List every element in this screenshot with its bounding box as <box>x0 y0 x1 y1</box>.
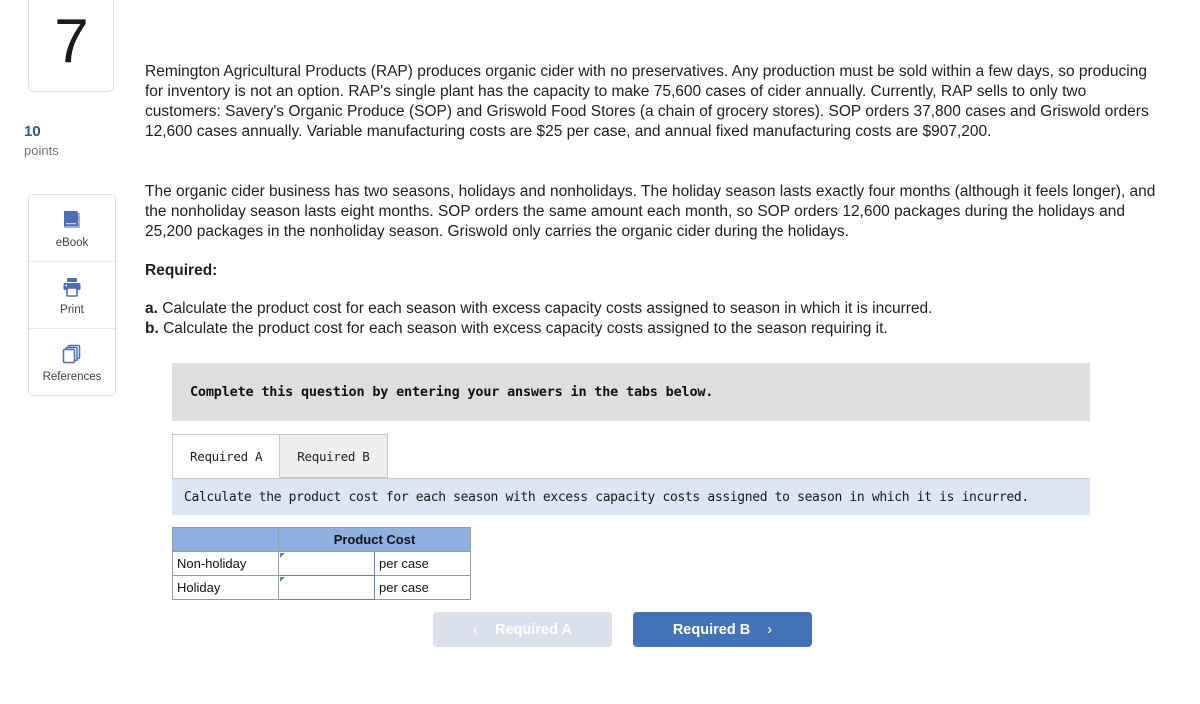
required-item-a: a. Calculate the product cost for each s… <box>145 299 1145 319</box>
table-row: Holiday per case <box>172 575 471 600</box>
tab-required-b[interactable]: Required B <box>280 434 388 478</box>
printer-icon <box>60 275 84 299</box>
complete-question-text: Complete this question by entering your … <box>190 384 714 400</box>
prev-button-label: Required A <box>495 621 572 638</box>
question-sidebar: 7 10 points eBook Print References <box>0 0 140 704</box>
next-button-label: Required B <box>672 621 751 638</box>
input-cell-holiday[interactable] <box>278 575 375 600</box>
row-unit-holiday: per case <box>374 575 471 600</box>
required-heading: Required: <box>145 262 218 279</box>
question-number-box: 7 <box>28 0 114 92</box>
complete-question-banner: Complete this question by entering your … <box>172 363 1090 421</box>
cell-marker-triangle-icon <box>280 553 285 558</box>
chevron-left-icon: ‹ <box>473 621 479 638</box>
row-label-holiday: Holiday <box>172 575 279 600</box>
table-row: Non-holiday per case <box>172 551 471 576</box>
required-item-b-marker: b. <box>145 320 159 338</box>
answer-tabs: Required A Required B <box>172 434 1090 479</box>
cell-marker-triangle-icon <box>280 577 285 582</box>
product-cost-input-holiday[interactable] <box>279 576 374 599</box>
tab-instruction-text: Calculate the product cost for each seas… <box>184 489 1029 505</box>
references-label: References <box>42 370 102 383</box>
prev-required-a-button[interactable]: ‹ Required A <box>433 612 612 647</box>
table-header-product-cost: Product Cost <box>278 527 471 552</box>
question-paragraph-2: The organic cider business has two seaso… <box>145 183 1156 240</box>
print-label: Print <box>60 303 84 316</box>
tool-stack: eBook Print References <box>28 194 116 396</box>
table-header-row: Product Cost <box>172 527 471 552</box>
answer-widget: Complete this question by entering your … <box>172 363 1090 600</box>
required-item-a-text: Calculate the product cost for each seas… <box>162 300 933 317</box>
row-unit-non-holiday: per case <box>374 551 471 576</box>
question-main: Remington Agricultural Products (RAP) pr… <box>140 0 1200 704</box>
question-number: 7 <box>54 7 88 76</box>
points-block: 10 points <box>24 122 59 160</box>
required-item-b-text: Calculate the product cost for each seas… <box>163 320 888 338</box>
required-list: a. Calculate the product cost for each s… <box>145 299 1145 339</box>
required-item-a-marker: a. <box>145 300 158 317</box>
ebook-label: eBook <box>55 236 89 249</box>
points-value: 10 <box>24 123 41 140</box>
tab-required-a-label: Required A <box>190 448 263 464</box>
question-paragraph-1: Remington Agricultural Products (RAP) pr… <box>145 63 1149 140</box>
references-icon <box>60 342 84 366</box>
chevron-right-icon: › <box>767 621 773 638</box>
points-label: points <box>24 143 59 159</box>
tab-required-a[interactable]: Required A <box>172 434 281 478</box>
book-icon <box>60 208 84 232</box>
product-cost-input-non-holiday[interactable] <box>279 552 374 575</box>
product-cost-table: Product Cost Non-holiday per case Holida… <box>172 527 471 600</box>
row-label-non-holiday: Non-holiday <box>172 551 279 576</box>
input-cell-non-holiday[interactable] <box>278 551 375 576</box>
ebook-button[interactable]: eBook <box>29 195 115 262</box>
table-header-blank <box>172 527 279 552</box>
tab-instruction-bar: Calculate the product cost for each seas… <box>172 479 1090 515</box>
tab-required-b-label: Required B <box>297 448 370 464</box>
tab-navigation: ‹ Required A Required B › <box>433 612 812 647</box>
next-required-b-button[interactable]: Required B › <box>633 612 812 647</box>
references-button[interactable]: References <box>29 329 115 395</box>
print-button[interactable]: Print <box>29 262 115 329</box>
required-item-b: b. Calculate the product cost for each s… <box>145 319 1145 339</box>
